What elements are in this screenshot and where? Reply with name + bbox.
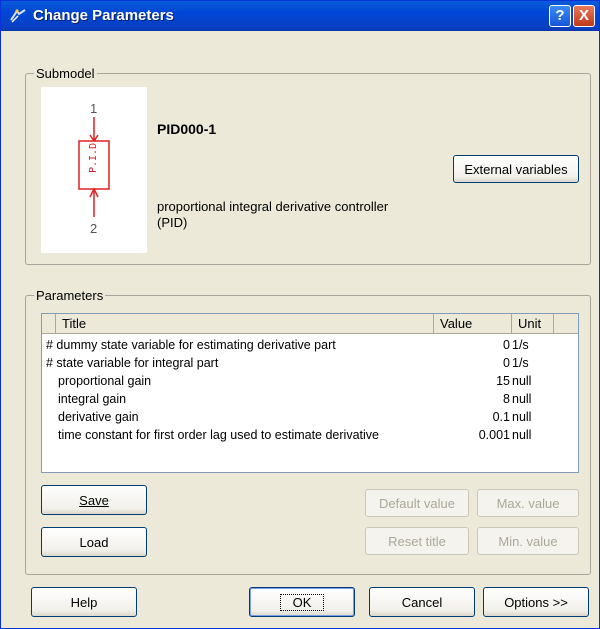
header-row-selector[interactable]	[42, 314, 56, 334]
row-unit: null	[512, 428, 532, 442]
ok-label: OK	[279, 593, 325, 611]
change-parameters-dialog: Change Parameters ? X Submodel 1 P.I.D. …	[0, 0, 600, 629]
load-label: Load	[79, 534, 109, 550]
table-header: Title Value Unit	[42, 314, 578, 334]
parameters-table[interactable]: Title Value Unit # dummy state variable …	[41, 313, 579, 473]
submodel-group-label: Submodel	[34, 66, 97, 81]
submodel-description: proportional integral derivative control…	[157, 199, 417, 231]
table-row[interactable]: proportional gain 15 null	[42, 372, 578, 390]
app-icon	[10, 9, 26, 23]
parameters-group-label: Parameters	[34, 288, 106, 303]
row-title: time constant for first order lag used t…	[58, 428, 379, 442]
save-button[interactable]: Save	[41, 485, 147, 515]
row-unit: 1/s	[512, 338, 529, 352]
symbol-label: P.I.D.	[86, 137, 102, 173]
ok-button[interactable]: OK	[249, 587, 355, 617]
row-title: integral gain	[58, 392, 127, 406]
submodel-symbol: 1 P.I.D. 2	[41, 87, 147, 253]
options-button[interactable]: Options >>	[483, 587, 589, 617]
row-title: # dummy state variable for estimating de…	[46, 338, 336, 352]
row-value: 0	[503, 338, 510, 352]
close-icon: X	[578, 7, 589, 24]
row-unit: null	[512, 374, 532, 388]
column-header-unit[interactable]: Unit	[512, 314, 554, 334]
cancel-label: Cancel	[401, 594, 443, 610]
window-title: Change Parameters	[33, 7, 174, 24]
min-value-label: Min. value	[498, 533, 558, 549]
row-title: derivative gain	[58, 410, 139, 424]
submodel-name: PID000-1	[157, 121, 217, 137]
load-button[interactable]: Load	[41, 527, 147, 557]
table-row[interactable]: integral gain 8 null	[42, 390, 578, 408]
external-variables-button[interactable]: External variables	[453, 155, 579, 183]
row-value: 8	[503, 392, 510, 406]
column-header-title[interactable]: Title	[56, 314, 434, 334]
max-value-button[interactable]: Max. value	[477, 489, 579, 517]
reset-title-button[interactable]: Reset title	[365, 527, 469, 555]
save-label: Save	[79, 492, 109, 508]
default-value-label: Default value	[379, 495, 455, 511]
submodel-description-line2: (PID)	[157, 215, 188, 230]
table-row[interactable]: # dummy state variable for estimating de…	[42, 336, 578, 354]
cancel-button[interactable]: Cancel	[369, 587, 475, 617]
external-variables-label: External variables	[464, 161, 568, 177]
row-value: 0.001	[478, 428, 510, 442]
row-unit: null	[512, 392, 532, 406]
table-row[interactable]: # state variable for integral part 0 1/s	[42, 354, 578, 372]
help-button[interactable]: Help	[31, 587, 137, 617]
min-value-button[interactable]: Min. value	[477, 527, 579, 555]
symbol-bottom-port-label: 2	[90, 221, 98, 236]
table-row[interactable]: time constant for first order lag used t…	[42, 426, 578, 444]
row-unit: 1/s	[512, 356, 529, 370]
default-value-button[interactable]: Default value	[365, 489, 469, 517]
row-title: # state variable for integral part	[46, 356, 219, 370]
table-row[interactable]: derivative gain 0.1 null	[42, 408, 578, 426]
row-unit: null	[512, 410, 532, 424]
title-close-button[interactable]: X	[573, 5, 595, 27]
row-value: 15	[496, 374, 510, 388]
max-value-label: Max. value	[496, 495, 560, 511]
submodel-description-line1: proportional integral derivative control…	[157, 199, 389, 214]
row-value: 0.1	[492, 410, 510, 424]
title-bar[interactable]: Change Parameters ? X	[1, 1, 599, 31]
row-value: 0	[503, 356, 510, 370]
column-header-value[interactable]: Value	[434, 314, 512, 334]
options-label: Options >>	[504, 594, 568, 610]
reset-title-label: Reset title	[388, 533, 446, 549]
title-help-button[interactable]: ?	[549, 5, 571, 27]
help-icon: ?	[555, 7, 565, 24]
row-title: proportional gain	[58, 374, 152, 388]
help-label: Help	[70, 594, 98, 610]
